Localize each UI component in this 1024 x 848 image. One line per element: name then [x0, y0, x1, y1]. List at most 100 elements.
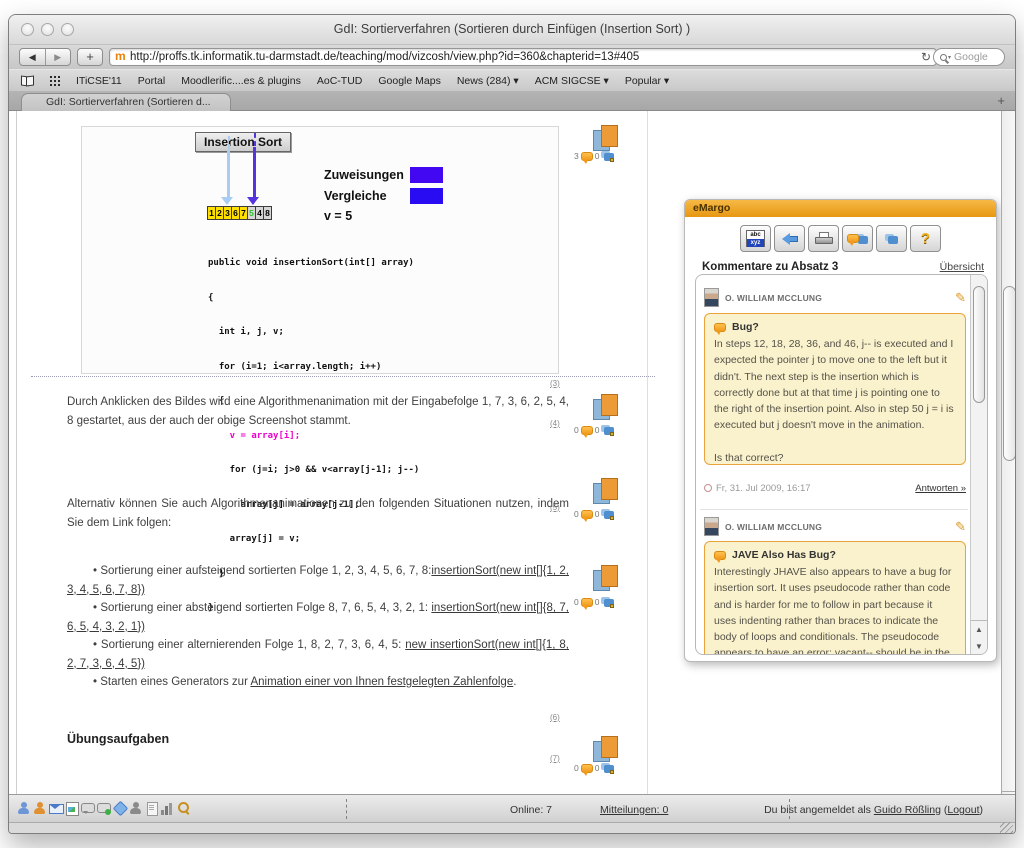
- page-content: Insertion Sort 1 2 3 6 7 5 4 8 Zuweisung…: [9, 111, 1015, 794]
- browser-window: GdI: Sortierverfahren (Sortieren durch E…: [8, 14, 1016, 834]
- bookmark-news-folder[interactable]: News (284) ▾: [457, 75, 519, 87]
- animation-links-list: Sortierung einer aufsteigend sortierten …: [67, 562, 569, 692]
- format-button[interactable]: abc xyz: [740, 225, 771, 252]
- comment-bubble-icon: [580, 763, 593, 776]
- edit-page-icon[interactable]: [145, 801, 158, 816]
- back-button[interactable]: ◀: [20, 49, 45, 65]
- zoom-window-button[interactable]: [61, 23, 74, 36]
- edit-pencil-icon[interactable]: ✎: [955, 290, 966, 306]
- back-to-text-button[interactable]: [774, 225, 805, 252]
- top-sites-grid-icon[interactable]: [50, 75, 60, 86]
- font-icon: abc xyz: [746, 230, 765, 247]
- bookmark-acm-sigcse-folder[interactable]: ACM SIGCSE ▾: [535, 75, 609, 87]
- single-comment-button[interactable]: [876, 225, 907, 252]
- speech-bubble-icon[interactable]: [81, 801, 95, 815]
- emargo-panel: eMargo abc xyz ? Kommentare zu Absatz 3 …: [684, 199, 997, 662]
- new-tab-button[interactable]: +: [997, 93, 1005, 108]
- edit-profile-icon[interactable]: [33, 801, 46, 815]
- bookmark-aoc-tud[interactable]: AoC-TUD: [317, 75, 363, 87]
- tag-icon[interactable]: [113, 801, 126, 815]
- paragraph-6-marker[interactable]: (6): [550, 713, 560, 722]
- annotation-books-icon[interactable]: [593, 478, 620, 506]
- add-bookmark-button[interactable]: +: [77, 48, 103, 66]
- blue-bubble-icon: [885, 233, 898, 244]
- private-comment-icon: [601, 597, 615, 608]
- active-tab[interactable]: GdI: Sortierverfahren (Sortieren d...: [21, 93, 231, 111]
- edit-pencil-icon[interactable]: ✎: [955, 519, 966, 535]
- generator-link[interactable]: Animation einer von Ihnen festgelegten Z…: [250, 676, 513, 688]
- comment-footer: Fr, 31. Jul 2009, 16:17 Antworten »: [704, 483, 966, 494]
- comment-text: In steps 12, 18, 28, 36, and 46, j-- is …: [714, 338, 954, 432]
- orange-bubble-icon: [847, 234, 859, 246]
- comment-bubble-icon: [580, 509, 593, 522]
- scroll-up-button[interactable]: ▲: [971, 621, 987, 638]
- emargo-panel-title[interactable]: eMargo: [685, 200, 996, 217]
- url-text[interactable]: http://proffs.tk.informatik.tu-darmstadt…: [130, 51, 917, 63]
- bookmark-google-maps[interactable]: Google Maps: [378, 75, 440, 87]
- paragraph-4-marker[interactable]: (4): [550, 419, 560, 428]
- all-comments-button[interactable]: [842, 225, 873, 252]
- scroll-down-button[interactable]: ▼: [971, 638, 987, 654]
- annotation-books-icon[interactable]: [593, 565, 620, 593]
- paragraph-separator: [31, 376, 655, 377]
- chart-icon[interactable]: [161, 801, 174, 815]
- bookmark-moodlerific[interactable]: Moodlerific....es & plugins: [181, 75, 301, 87]
- annotation-counts[interactable]: 0 0: [574, 597, 615, 610]
- tab-bar: GdI: Sortierverfahren (Sortieren d... +: [9, 91, 1015, 111]
- private-comment-icon: [601, 763, 615, 774]
- paragraph-5-marker[interactable]: (5): [550, 503, 560, 512]
- code-line-highlighted: v = array[i];: [208, 430, 301, 441]
- login-status: Du bist angemeldet als Guido Rößling (Lo…: [764, 804, 983, 816]
- user-profile-link[interactable]: Guido Rößling: [874, 804, 941, 816]
- paragraph-7-marker[interactable]: (7): [550, 754, 560, 763]
- comment-bubble-icon: [714, 322, 726, 335]
- annotation-books-icon[interactable]: [593, 394, 620, 422]
- legend-assignments-swatch: [410, 167, 443, 183]
- window-scrollbar[interactable]: ▲ ▼: [1001, 111, 1015, 822]
- annotation-books-icon[interactable]: [593, 125, 620, 153]
- image-document-icon[interactable]: [65, 801, 79, 816]
- magnifier-icon[interactable]: [177, 801, 190, 815]
- messages-link[interactable]: Mitteilungen: 0: [600, 804, 668, 816]
- close-window-button[interactable]: [21, 23, 34, 36]
- resize-grip[interactable]: [1000, 822, 1013, 833]
- window-scrollbar-thumb[interactable]: [1003, 286, 1015, 461]
- forward-button[interactable]: ▶: [44, 49, 71, 65]
- window-bottom-strip: [9, 822, 1015, 833]
- mail-icon[interactable]: [49, 801, 64, 815]
- bookmarks-book-icon[interactable]: [21, 76, 34, 85]
- logout-link[interactable]: Logout: [947, 804, 979, 816]
- paragraph-3-marker[interactable]: (3): [550, 379, 560, 388]
- title-bar: GdI: Sortierverfahren (Sortieren durch E…: [9, 15, 1015, 45]
- annotation-counts[interactable]: 0 0: [574, 425, 615, 438]
- legend-compares-swatch: [410, 188, 443, 204]
- address-bar[interactable]: m http://proffs.tk.informatik.tu-darmsta…: [109, 48, 937, 66]
- minimize-window-button[interactable]: [41, 23, 54, 36]
- annotation-counts[interactable]: 3 0: [574, 151, 615, 164]
- comment-title: JAVE Also Has Bug?: [714, 549, 956, 563]
- reply-link[interactable]: Antworten »: [915, 483, 966, 494]
- left-arrow-icon: [781, 232, 798, 245]
- annotation-counts[interactable]: 0 0: [574, 509, 615, 522]
- user-icon[interactable]: [17, 801, 30, 815]
- scrollbar-thumb[interactable]: [973, 286, 985, 403]
- list-item: Sortierung einer aufsteigend sortierten …: [67, 562, 569, 599]
- search-field[interactable]: ▾ Google: [933, 48, 1005, 66]
- print-button[interactable]: [808, 225, 839, 252]
- help-button[interactable]: ?: [910, 225, 941, 252]
- bookmark-iticse[interactable]: ITiCSE'11: [76, 75, 122, 87]
- annotation-books-icon[interactable]: [593, 736, 620, 764]
- search-engine-dropdown-icon[interactable]: ▾: [948, 54, 951, 61]
- user-gray-icon[interactable]: [129, 801, 142, 815]
- insertion-sort-applet-image[interactable]: Insertion Sort 1 2 3 6 7 5 4 8 Zuweisung…: [81, 126, 559, 613]
- code-line: public void insertionSort(int[] array): [208, 258, 414, 268]
- overview-link[interactable]: Übersicht: [940, 261, 984, 273]
- comment-text-2: Is that correct?: [714, 451, 784, 464]
- annotation-counts[interactable]: 0 0: [574, 763, 615, 776]
- comment-list-scrollbar[interactable]: ▲ ▼: [970, 275, 987, 654]
- add-comment-icon[interactable]: [97, 801, 111, 815]
- bookmark-portal[interactable]: Portal: [138, 75, 165, 87]
- bookmark-popular-folder[interactable]: Popular ▾: [625, 75, 669, 87]
- comment-bubble-icon: [714, 550, 726, 563]
- reload-icon[interactable]: ↻: [921, 50, 931, 64]
